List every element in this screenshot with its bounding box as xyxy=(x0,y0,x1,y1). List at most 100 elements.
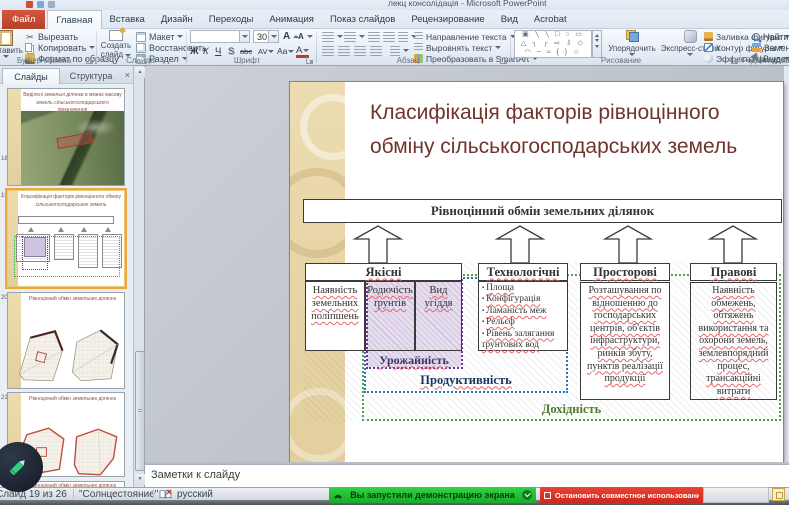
tab-slideshow[interactable]: Показ слайдов xyxy=(322,10,403,29)
notes-placeholder: Заметки к слайду xyxy=(151,469,240,481)
align-center-button[interactable] xyxy=(338,45,350,56)
qual-fertility-box[interactable]: Родючість ґрунтів xyxy=(365,281,415,351)
diagram-root-box[interactable]: Рівноцінний обмін земельних ділянок xyxy=(303,199,782,223)
slide-canvas[interactable]: Класифікація факторів рівноцінного обмін… xyxy=(290,82,783,462)
thumb-title: Класифікація факторів рівноцінного обмін… xyxy=(20,194,122,209)
slide-title[interactable]: Класифікація факторів рівноцінного обмін… xyxy=(370,96,784,164)
bullets-button[interactable] xyxy=(322,31,343,42)
up-arrow-shape[interactable] xyxy=(707,225,759,263)
tab-insert[interactable]: Вставка xyxy=(102,10,153,29)
align-text-button[interactable]: Выровнять текст xyxy=(414,42,501,53)
pencil-icon xyxy=(5,454,31,480)
justify-button[interactable] xyxy=(370,45,382,56)
tab-acrobat[interactable]: Acrobat xyxy=(526,10,575,29)
language-indicator[interactable]: русский xyxy=(177,489,213,500)
notes-pane[interactable]: Заметки к слайду xyxy=(145,464,789,487)
scroll-up-icon[interactable]: ▲ xyxy=(135,67,145,78)
decrease-indent-button[interactable] xyxy=(368,31,380,42)
font-size-combo[interactable]: 30 xyxy=(253,30,279,43)
slide-thumbnail[interactable]: Виділені земельні ділянки в межах масиву… xyxy=(7,88,125,186)
thumb-title: Рівноцінний обмін земельних ділянок xyxy=(23,296,122,304)
copy-button[interactable]: Копировать xyxy=(25,42,95,53)
tab-outline[interactable]: Структура xyxy=(61,68,121,84)
window-titlebar: лекц консолідація - Microsoft PowerPoint xyxy=(0,0,789,10)
scroll-down-icon[interactable]: ▼ xyxy=(135,474,145,485)
theme-strip xyxy=(8,89,21,185)
shape-fill-icon xyxy=(704,32,713,41)
technological-box[interactable]: Площа Конфігурація Ламаність меж Рельєф … xyxy=(478,281,568,351)
shrink-font-button[interactable]: А xyxy=(298,31,313,42)
scrollbar-thumb[interactable] xyxy=(135,351,145,471)
up-arrow-shape[interactable] xyxy=(494,225,546,263)
spellcheck-icon[interactable] xyxy=(159,489,172,500)
align-right-button[interactable] xyxy=(354,45,366,56)
text-direction-icon xyxy=(414,32,423,41)
align-left-button[interactable] xyxy=(322,45,334,56)
tab-review[interactable]: Рецензирование xyxy=(403,10,492,29)
up-arrow-shape[interactable] xyxy=(602,225,654,263)
tab-transitions[interactable]: Переходы xyxy=(201,10,262,29)
replace-button[interactable]: Заменить xyxy=(752,42,789,53)
stop-icon xyxy=(544,492,551,499)
undo-icon[interactable] xyxy=(48,1,55,8)
chevron-down-icon xyxy=(177,35,183,38)
up-arrow-shape[interactable] xyxy=(352,225,404,263)
diagram-root-text: Рівноцінний обмін земельних ділянок xyxy=(431,203,654,219)
font-size-dropdown[interactable] xyxy=(268,31,278,42)
tab-design[interactable]: Дизайн xyxy=(153,10,201,29)
tab-slides-thumbnails[interactable]: Слайды xyxy=(2,68,60,84)
profitability-label[interactable]: Дохідність xyxy=(362,401,781,417)
productivity-label[interactable]: Продуктивність xyxy=(364,371,568,389)
legal-box[interactable]: Наявність обмежень, обтяжень використанн… xyxy=(690,282,777,400)
tab-view[interactable]: Вид xyxy=(493,10,526,29)
text-direction-button[interactable]: Направление текста xyxy=(414,31,516,42)
shapes-gallery-scrollbar[interactable] xyxy=(592,30,602,58)
spatial-box[interactable]: Розташування по відношенню до господарсь… xyxy=(580,282,670,400)
scroll-up-icon xyxy=(595,34,599,37)
category-spatial[interactable]: Просторові xyxy=(580,263,670,281)
paragraph-dialog-launcher[interactable] xyxy=(500,57,507,64)
qual-improvements-box[interactable]: Наявність земельних поліпшень xyxy=(305,281,365,351)
shapes-row[interactable]: ▣ ╲ ╲ □ ○ ▭ xyxy=(515,31,591,40)
close-icon[interactable]: × xyxy=(125,69,130,81)
save-icon[interactable] xyxy=(37,1,44,8)
slide-thumbnail[interactable]: Рівноцінний обмін земельних ділянок xyxy=(7,292,125,389)
stop-sharing-button[interactable]: Остановить совместное использование xyxy=(540,487,703,503)
clipboard-dialog-launcher[interactable] xyxy=(86,57,93,64)
screenshare-banner[interactable]: Вы запустили демонстрацию экрана xyxy=(329,487,536,503)
tab-animations[interactable]: Анимация xyxy=(261,10,322,29)
slide-thumbnail-current[interactable]: Класифікація факторів рівноцінного обмін… xyxy=(7,190,125,287)
tab-file[interactable]: Файл xyxy=(2,10,45,29)
shield-check-icon xyxy=(522,490,532,500)
shapes-row[interactable]: △ ┐ ┌ ⇨ ⇩ ◇ xyxy=(515,40,591,49)
category-legal[interactable]: Правові xyxy=(690,263,777,281)
grow-font-button[interactable]: А xyxy=(283,31,299,42)
qual-landtype-box[interactable]: Вид угіддя xyxy=(415,281,462,351)
yield-label[interactable]: Урожайність xyxy=(367,353,461,367)
columns-button[interactable] xyxy=(390,45,409,56)
cut-button[interactable]: ✂Вырезать xyxy=(25,31,78,42)
tab-home[interactable]: Главная xyxy=(47,10,101,29)
font-name-dropdown[interactable] xyxy=(239,31,249,42)
layout-icon xyxy=(136,32,146,42)
category-technological[interactable]: Технологічні xyxy=(478,263,568,281)
shapes-gallery[interactable]: ▣ ╲ ╲ □ ○ ▭ △ ┐ ┌ ⇨ ⇩ ◇ ◠ ~ ≈ { } ☆ xyxy=(514,30,592,58)
font-name-combo[interactable] xyxy=(190,30,250,43)
group-label-font: Шрифт xyxy=(188,56,306,65)
find-button[interactable]: Найти xyxy=(752,31,789,42)
phone-icon xyxy=(333,490,343,500)
quick-access-toolbar[interactable] xyxy=(26,1,55,8)
layout-button[interactable]: Макет xyxy=(136,31,183,42)
numbering-button[interactable] xyxy=(344,31,365,42)
increase-indent-button[interactable] xyxy=(383,31,395,42)
thumbnails-scrollbar[interactable]: ▲ ▼ xyxy=(133,66,145,487)
tray-window-icon[interactable] xyxy=(772,488,785,501)
category-qualitative[interactable]: Якісні xyxy=(305,263,462,281)
indent-decrease-icon xyxy=(368,32,380,42)
cadastral-map xyxy=(16,327,66,383)
drawing-dialog-launcher[interactable] xyxy=(731,57,738,64)
group-label-paragraph: Абзац xyxy=(318,56,498,65)
font-dialog-launcher[interactable] xyxy=(306,57,313,64)
theme-name[interactable]: "Солнцестояние" xyxy=(79,489,158,500)
arrange-button[interactable]: Упорядочить xyxy=(606,30,658,56)
